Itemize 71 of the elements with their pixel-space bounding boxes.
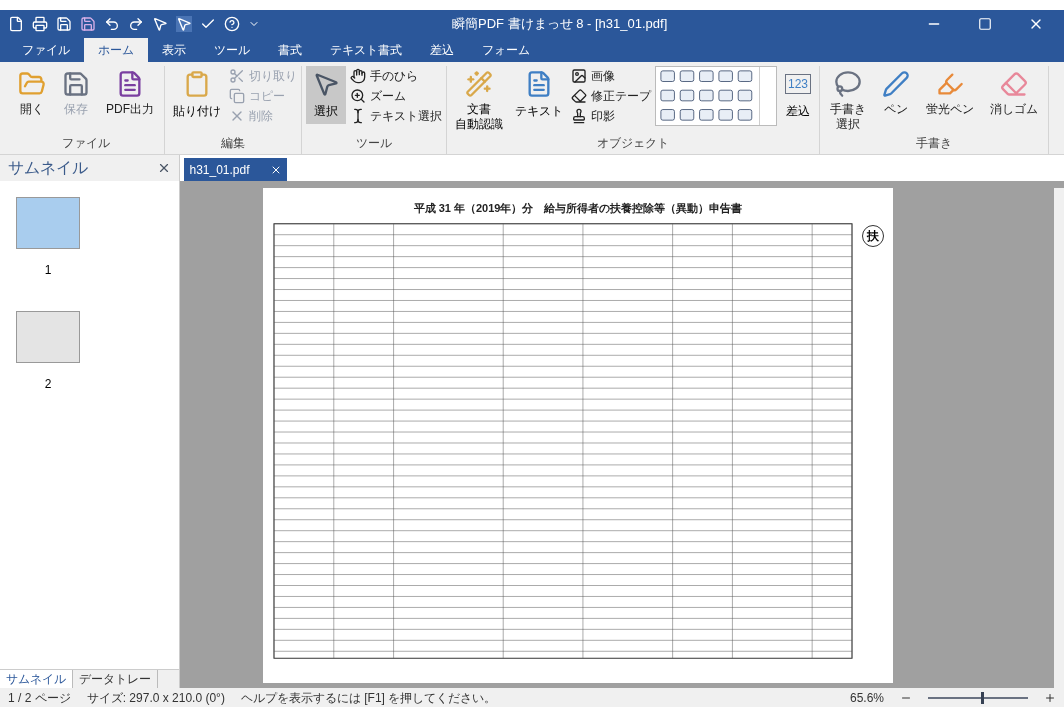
print-icon[interactable] (32, 16, 48, 32)
number-icon: 123 (785, 74, 812, 94)
zoom-thumb[interactable] (981, 691, 985, 704)
page-number: 1 (44, 262, 52, 279)
ribbon-button[interactable]: PDF出力 (100, 66, 160, 117)
cut-icon (229, 68, 245, 84)
select-icon[interactable] (176, 16, 192, 32)
menu-tab[interactable]: 表示 (148, 38, 200, 62)
menu-tab[interactable]: ホーム (84, 38, 148, 62)
pen-icon (882, 70, 911, 98)
group-label: ツール (356, 135, 392, 152)
zoom-icon (350, 88, 366, 104)
group-label: 編集 (221, 135, 245, 152)
zoom-value: 65.6% (849, 689, 884, 707)
ribbon-button[interactable]: 開く (12, 66, 52, 117)
ribbon-small-button[interactable]: 修正テープ (571, 86, 651, 106)
ribbon-small-button[interactable]: 手のひら (350, 66, 442, 86)
ribbon-small-button[interactable]: ズーム (350, 86, 442, 106)
shape-gallery[interactable] (655, 66, 777, 126)
ribbon-button[interactable]: 手書き 選択 (824, 66, 873, 132)
help-icon[interactable] (224, 16, 240, 32)
panel-title: サムネイル (8, 158, 88, 178)
menu-tab[interactable]: 書式 (264, 38, 316, 62)
stamp-icon (571, 108, 587, 124)
menu-tab[interactable]: テキスト書式 (316, 38, 416, 62)
ribbon-small-button[interactable]: 画像 (571, 66, 651, 86)
document-tab[interactable]: h31_01.pdf (184, 158, 287, 181)
menu-tab[interactable]: ツール (200, 38, 264, 62)
pointer-icon[interactable] (152, 16, 168, 32)
image-icon (571, 68, 587, 84)
form-title: 平成 31 年（2019年）分 給与所得者の扶養控除等（異動）申告書 (413, 201, 743, 216)
group-label: オブジェクト (597, 135, 669, 152)
close-icon[interactable] (157, 161, 171, 175)
page-thumbnail[interactable] (16, 311, 80, 363)
page-size: サイズ: 297.0 x 210.0 (0°) (86, 689, 225, 707)
page-count: 1 / 2 ページ (8, 689, 71, 707)
save-icon (62, 70, 90, 98)
ribbon-button[interactable]: ペン (876, 66, 917, 117)
lasso-icon (834, 70, 863, 98)
maximize-icon[interactable] (978, 17, 992, 31)
wand-icon (465, 70, 493, 98)
ribbon-small-button[interactable]: テキスト選択 (350, 106, 442, 126)
undo-icon[interactable] (104, 16, 120, 32)
hand-icon (350, 68, 366, 84)
zoom-slider[interactable] (928, 691, 1028, 704)
copy-icon (229, 88, 245, 104)
window-title: 瞬簡PDF 書けまっせ 8 - [h31_01.pdf] (452, 15, 668, 34)
menu-tab[interactable]: フォーム (468, 38, 544, 62)
ribbon-small-button[interactable]: 印影 (571, 106, 651, 126)
save-icon[interactable] (56, 16, 72, 32)
group-label: ファイル (62, 135, 110, 152)
paste-button[interactable]: 貼り付け (169, 66, 225, 120)
page-thumbnail[interactable] (16, 197, 80, 249)
help-text: ヘルプを表示するには [F1] を押してください。 (240, 689, 497, 707)
ribbon-button[interactable]: 蛍光ペン (920, 66, 981, 117)
eraser-icon (1000, 70, 1029, 98)
zoom-in-icon[interactable] (1044, 691, 1056, 704)
group-label: 手書き (916, 135, 953, 152)
page-number: 2 (44, 376, 52, 393)
ribbon-button[interactable]: 消しゴム (984, 66, 1045, 117)
save-as-icon[interactable] (80, 16, 96, 32)
vertical-scrollbar[interactable] (1054, 188, 1064, 688)
marker-icon (936, 70, 965, 98)
insert-button[interactable]: 123 差込 (781, 66, 816, 120)
panel-tab[interactable]: サムネイル (0, 670, 73, 688)
menu-tab[interactable]: 差込 (416, 38, 468, 62)
redo-icon[interactable] (128, 16, 144, 32)
select-button[interactable]: 選択 (306, 66, 346, 124)
auto-detect-button[interactable]: 文書 自動認識 (451, 66, 507, 132)
menu-tab[interactable]: ファイル (8, 38, 84, 62)
text-button[interactable]: テキスト (511, 66, 567, 120)
